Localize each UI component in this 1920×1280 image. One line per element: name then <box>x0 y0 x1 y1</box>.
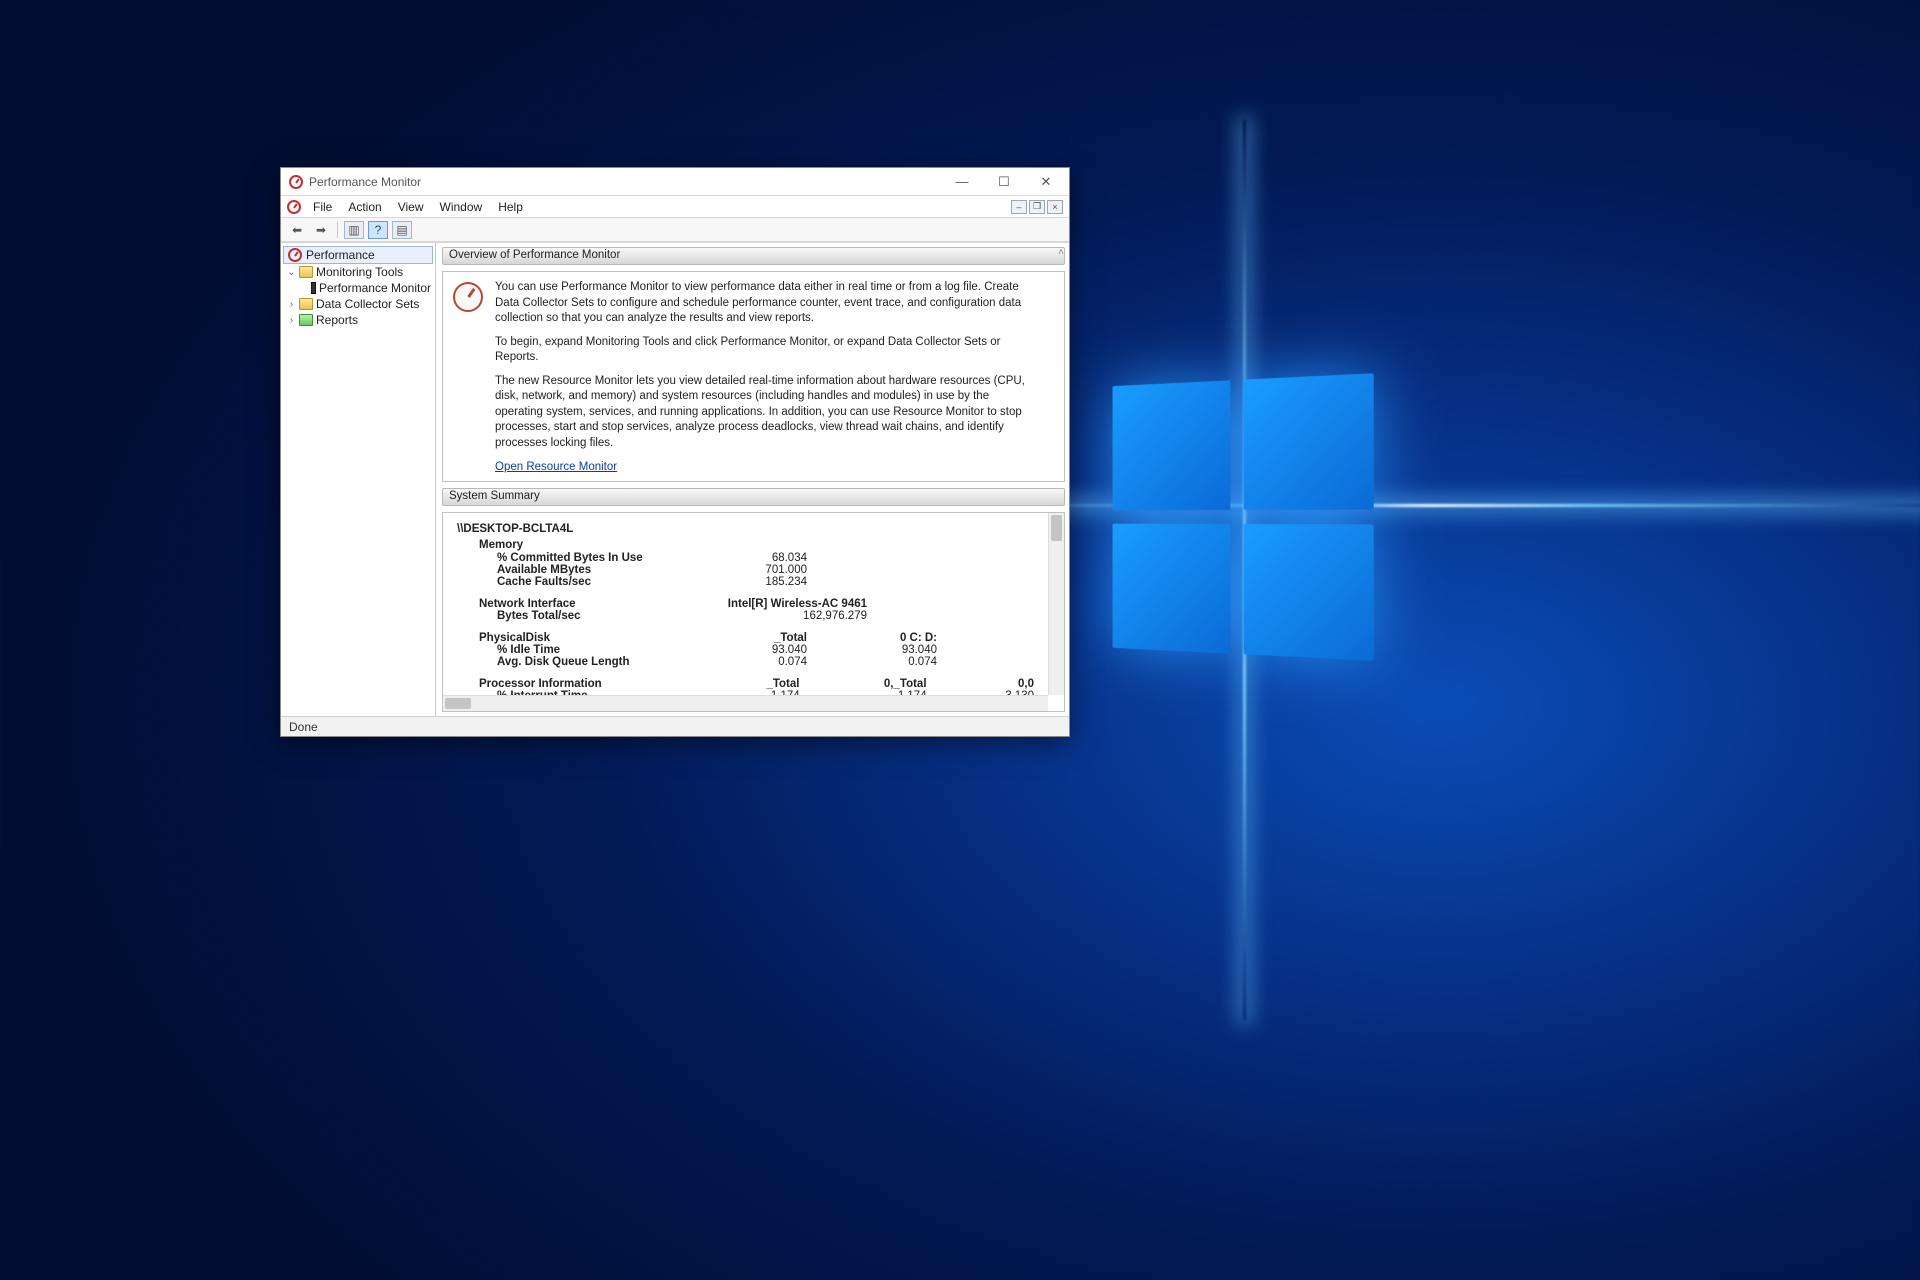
section-label: Network Interface <box>457 598 687 610</box>
table-row: Bytes Total/sec162,976.279 <box>457 610 1034 622</box>
table-row: Network InterfaceIntel[R] Wireless-AC 94… <box>457 598 1034 610</box>
counter-label: Cache Faults/sec <box>457 576 687 588</box>
menu-file[interactable]: File <box>305 198 340 216</box>
collapse-icon[interactable]: ⌄ <box>287 267 296 278</box>
tree-monitoring-tools[interactable]: ⌄ Monitoring Tools <box>283 264 433 280</box>
summary-panel: \\DESKTOP-BCLTA4L Memory % Committed Byt… <box>442 512 1065 712</box>
perfmon-icon <box>288 248 302 262</box>
section-label: Processor Information <box>457 678 682 690</box>
properties-button[interactable]: ▤ <box>392 221 412 239</box>
tree-label: Monitoring Tools <box>316 265 403 279</box>
minimize-button[interactable]: — <box>941 170 983 194</box>
show-hide-tree-button[interactable]: ▥ <box>344 221 364 239</box>
folder-icon <box>299 266 313 278</box>
table-row: % Committed Bytes In Use68.034 <box>457 552 1034 564</box>
toolbar-separator <box>337 222 338 238</box>
section-label: PhysicalDisk <box>457 632 687 644</box>
counter-label: Avg. Disk Queue Length <box>457 656 687 668</box>
column-header: 0 C: D: <box>807 632 937 644</box>
overview-header: Overview of Performance Monitor <box>442 247 1065 265</box>
overview-text-1: You can use Performance Monitor to view … <box>495 280 1040 327</box>
forward-button[interactable]: ➡ <box>311 221 331 239</box>
counter-label: Bytes Total/sec <box>457 610 687 622</box>
summary-host: \\DESKTOP-BCLTA4L <box>457 523 1034 535</box>
expand-icon[interactable]: › <box>287 299 296 310</box>
counter-label: Available MBytes <box>457 564 687 576</box>
mdi-restore-button[interactable]: ❐ <box>1029 200 1045 214</box>
summary-header: System Summary <box>442 488 1065 506</box>
menu-action[interactable]: Action <box>340 198 389 216</box>
horizontal-scrollbar[interactable] <box>443 695 1048 711</box>
nav-tree[interactable]: Performance ⌄ Monitoring Tools Performan… <box>281 243 436 716</box>
overview-panel: You can use Performance Monitor to view … <box>442 271 1065 482</box>
tree-label: Reports <box>316 313 358 327</box>
perfmon-window: Performance Monitor — ☐ ✕ File Action Vi… <box>280 167 1070 737</box>
window-title: Performance Monitor <box>309 175 421 189</box>
tree-root-performance[interactable]: Performance <box>283 246 433 264</box>
tree-label: Performance Monitor <box>319 281 431 295</box>
column-header: 0,_Total <box>799 678 926 690</box>
summary-body: \\DESKTOP-BCLTA4L Memory % Committed Byt… <box>443 513 1048 695</box>
content-pane: ˄˅ Overview of Performance Monitor You c… <box>436 243 1069 716</box>
status-bar: Done <box>281 716 1069 736</box>
open-resource-monitor-link[interactable]: Open Resource Monitor <box>495 461 617 473</box>
close-button[interactable]: ✕ <box>1025 170 1067 194</box>
counter-value: 93.040 <box>807 644 937 656</box>
mdi-close-button[interactable]: × <box>1047 200 1063 214</box>
overview-text-2: To begin, expand Monitoring Tools and cl… <box>495 335 1040 366</box>
column-header: _Total <box>682 678 799 690</box>
table-row: % Idle Time93.04093.040 <box>457 644 1034 656</box>
memory-label: Memory <box>479 539 1034 551</box>
menu-window[interactable]: Window <box>432 198 491 216</box>
status-text: Done <box>289 720 318 734</box>
maximize-button[interactable]: ☐ <box>983 170 1025 194</box>
tree-label: Data Collector Sets <box>316 297 419 311</box>
vertical-scrollbar[interactable] <box>1048 513 1064 695</box>
scroll-up-icon[interactable]: ˄ <box>1058 247 1064 258</box>
windows-logo <box>1113 373 1374 661</box>
folder-icon <box>299 314 313 326</box>
overview-text-3: The new Resource Monitor lets you view d… <box>495 374 1040 452</box>
column-header: 0,0 <box>927 678 1034 690</box>
back-button[interactable]: ⬅ <box>287 221 307 239</box>
counter-value: 701.000 <box>687 564 807 576</box>
perfmon-large-icon <box>453 282 483 312</box>
mdi-minimize-button[interactable]: – <box>1011 200 1027 214</box>
tree-reports[interactable]: › Reports <box>283 312 433 328</box>
scrollbar-thumb[interactable] <box>1051 515 1062 541</box>
toolbar: ⬅ ➡ ▥ ? ▤ <box>281 218 1069 242</box>
scrollbar-thumb[interactable] <box>445 698 471 709</box>
counter-value: 93.040 <box>687 644 807 656</box>
menubar: File Action View Window Help – ❐ × <box>281 196 1069 218</box>
menu-view[interactable]: View <box>390 198 432 216</box>
column-header: _Total <box>687 632 807 644</box>
tree-data-collector-sets[interactable]: › Data Collector Sets <box>283 296 433 312</box>
perfmon-icon <box>289 175 303 189</box>
table-row: PhysicalDisk_Total0 C: D: <box>457 632 1034 644</box>
table-row: Cache Faults/sec185.234 <box>457 576 1034 588</box>
counter-value: 185.234 <box>687 576 807 588</box>
table-row: Processor Information_Total0,_Total0,0 <box>457 678 1034 690</box>
titlebar[interactable]: Performance Monitor — ☐ ✕ <box>281 168 1069 196</box>
tree-performance-monitor[interactable]: Performance Monitor <box>283 280 433 296</box>
tree-root-label: Performance <box>306 248 375 262</box>
counter-label: % Idle Time <box>457 644 687 656</box>
counter-value: 0.074 <box>687 656 807 668</box>
counter-value: 68.034 <box>687 552 807 564</box>
counter-value: 0.074 <box>807 656 937 668</box>
perfmon-icon <box>287 200 301 214</box>
table-row: Avg. Disk Queue Length0.0740.074 <box>457 656 1034 668</box>
counter-value: 162,976.279 <box>687 610 867 622</box>
counter-label: % Committed Bytes In Use <box>457 552 687 564</box>
menu-help[interactable]: Help <box>490 198 531 216</box>
help-button[interactable]: ? <box>368 221 388 239</box>
column-header: Intel[R] Wireless-AC 9461 <box>687 598 867 610</box>
monitor-icon <box>311 282 316 294</box>
folder-icon <box>299 298 313 310</box>
table-row: Available MBytes701.000 <box>457 564 1034 576</box>
expand-icon[interactable]: › <box>287 315 296 326</box>
